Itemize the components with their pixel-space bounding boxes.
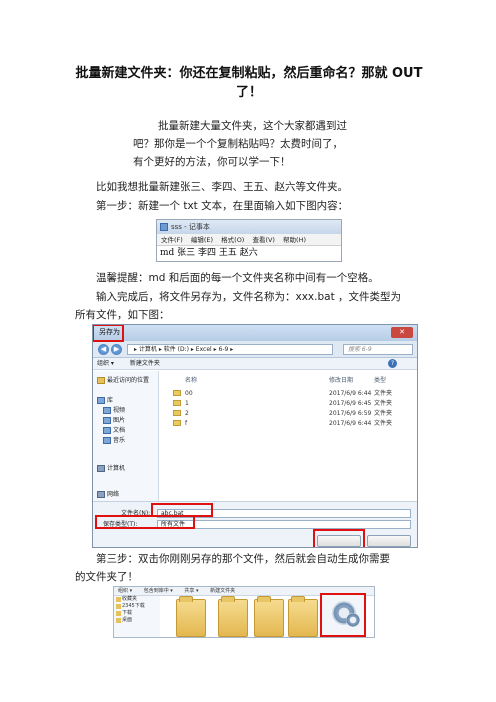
nav-network[interactable]: 网络 [95, 491, 119, 499]
bat-file-highlight[interactable] [320, 593, 366, 637]
back-icon[interactable]: ◀ [98, 344, 109, 355]
cancel-button[interactable] [367, 535, 411, 547]
file-row[interactable]: 1 2017/6/9 6:45 文件夹 [159, 399, 417, 408]
notepad-icon [160, 223, 168, 231]
folder-icon [116, 604, 121, 609]
menu-format[interactable]: 格式(O) [221, 236, 244, 244]
gear-icon [346, 613, 360, 627]
intro-line-1: 批量新建大量文件夹，这个大家都遇到过 [158, 120, 347, 132]
filetype-select[interactable]: 所有文件 [157, 520, 411, 529]
folder-icon [116, 618, 121, 623]
help-icon[interactable]: ? [388, 359, 397, 368]
share-button[interactable]: 共享 ▾ [184, 588, 198, 594]
example-paragraph: 比如我想批量新建张三、李四、王五、赵六等文件夹。 [96, 181, 348, 193]
search-input[interactable]: 搜索 6-9 [343, 344, 413, 355]
organize-button[interactable]: 组织 ▾ [97, 360, 114, 367]
save-highlight-box [313, 529, 365, 547]
step-one-paragraph: 第一步：新建一个 txt 文本，在里面输入如下图内容： [96, 200, 349, 212]
forward-icon[interactable]: ▶ [111, 344, 122, 355]
title-line-1: 批量新建文件夹：你还在复制粘贴，然后重命名？那就 OUT [75, 66, 423, 81]
step-two-line-2: 所有文件，如下图： [75, 309, 170, 321]
explorer-screenshot: 组织 ▾ 包含到库中 ▾ 共享 ▾ 新建文件夹 收藏夹 2345下载 下载 桌面 [113, 586, 375, 638]
nav-videos[interactable]: 视频 [101, 407, 125, 415]
nav-2345-downloads[interactable]: 2345下载 [114, 603, 160, 610]
dialog-toolbar: 组织 ▾ 新建文件夹 ? [93, 358, 417, 370]
nav-recent[interactable]: 最近访问的位置 [95, 377, 149, 385]
nav-libraries[interactable]: 库 [95, 397, 113, 405]
folder-icon[interactable] [288, 596, 318, 637]
folder-icon [173, 400, 181, 406]
new-folder-button[interactable]: 新建文件夹 [210, 588, 235, 594]
document-icon [103, 427, 111, 434]
folder-icon [173, 410, 181, 416]
folder-icon[interactable] [176, 596, 206, 637]
column-name[interactable]: 名称 [185, 375, 197, 384]
title-highlight-box [93, 325, 124, 342]
menu-view[interactable]: 查看(V) [252, 236, 275, 244]
menu-edit[interactable]: 编辑(E) [191, 236, 213, 244]
file-row[interactable]: 00 2017/6/9 6:44 文件夹 [159, 389, 417, 398]
file-list: 名称 修改日期 类型 00 2017/6/9 6:44 文件夹 1 2017/6/9 … [159, 371, 417, 501]
folder-icon [116, 611, 121, 616]
folder-icon [173, 390, 181, 396]
nav-computer[interactable]: 计算机 [95, 465, 125, 473]
new-folder-button[interactable]: 新建文件夹 [130, 360, 160, 367]
folder-icon[interactable] [218, 596, 248, 637]
notepad-screenshot: sss - 记事本 文件(F) 编辑(E) 格式(O) 查看(V) 帮助(H) … [156, 219, 342, 262]
nav-music[interactable]: 音乐 [101, 437, 125, 445]
video-icon [103, 407, 111, 414]
notepad-titlebar: sss - 记事本 [157, 220, 341, 234]
notepad-title: sss - 记事本 [171, 223, 210, 231]
computer-icon [97, 465, 105, 472]
document-page: 批量新建文件夹：你还在复制粘贴，然后重命名？那就 OUT 了！ 批量新建大量文件… [0, 0, 496, 702]
close-icon[interactable]: ✕ [391, 327, 413, 338]
folder-icon[interactable] [254, 596, 284, 637]
notepad-menubar: 文件(F) 编辑(E) 格式(O) 查看(V) 帮助(H) [157, 234, 341, 246]
organize-button[interactable]: 组织 ▾ [118, 588, 132, 594]
tip-paragraph: 温馨提醒：md 和后面的每一个文件夹名称中间有一个空格。 [96, 272, 379, 284]
file-row[interactable]: 2 2017/6/9 6:59 文件夹 [159, 409, 417, 418]
menu-help[interactable]: 帮助(H) [283, 236, 306, 244]
address-row: ◀ ▶ ▸ 计算机 ▸ 软件 (D:) ▸ Excel ▸ 6-9 ▸ 搜索 6… [93, 341, 417, 358]
column-date[interactable]: 修改日期 [329, 375, 353, 384]
nav-documents[interactable]: 文档 [101, 427, 125, 435]
navigation-pane: 最近访问的位置 库 视频 图片 文档 音乐 计算机 网络 [93, 371, 159, 501]
music-icon [103, 437, 111, 444]
folder-icon [173, 420, 181, 426]
title-line-2: 了！ [235, 85, 262, 100]
intro-line-3: 有个更好的方法，你可以学一下！ [133, 156, 291, 168]
step-two-line-1: 输入完成后，将文件另存为，文件名称为：xxx.bat ，文件类型为 [96, 291, 402, 303]
picture-icon [103, 417, 111, 424]
file-row[interactable]: f 2017/6/9 6:44 文件夹 [159, 419, 417, 428]
intro-line-2: 吧？那你是一个个复制粘贴吗？太费时间了， [133, 138, 343, 150]
include-library-button[interactable]: 包含到库中 ▾ [144, 588, 173, 594]
nav-desktop[interactable]: 桌面 [114, 617, 160, 624]
column-type[interactable]: 类型 [374, 375, 386, 384]
network-icon [97, 491, 105, 498]
article-title: 批量新建文件夹：你还在复制粘贴，然后重命名？那就 OUT 了！ [74, 64, 424, 102]
save-as-dialog-screenshot: 另存为 ✕ ◀ ▶ ▸ 计算机 ▸ 软件 (D:) ▸ Excel ▸ 6-9 … [92, 324, 418, 548]
library-icon [97, 397, 105, 404]
explorer-nav: 收藏夹 2345下载 下载 桌面 [114, 596, 160, 637]
folder-icon [97, 377, 105, 384]
menu-file[interactable]: 文件(F) [161, 236, 183, 244]
notepad-content[interactable]: md 张三 李四 王五 赵六 [157, 246, 341, 261]
filetype-highlight-box [95, 515, 195, 529]
dialog-titlebar: 另存为 ✕ [93, 325, 417, 341]
nav-pictures[interactable]: 图片 [101, 417, 125, 425]
nav-favorites[interactable]: 收藏夹 [114, 596, 160, 603]
star-icon [116, 597, 121, 602]
address-bar[interactable]: ▸ 计算机 ▸ 软件 (D:) ▸ Excel ▸ 6-9 ▸ [127, 344, 333, 355]
step-three-line-1: 第三步：双击你刚刚另存的那个文件，然后就会自动生成你需要 [96, 553, 390, 565]
step-three-line-2: 的文件夹了！ [75, 571, 138, 583]
nav-downloads[interactable]: 下载 [114, 610, 160, 617]
